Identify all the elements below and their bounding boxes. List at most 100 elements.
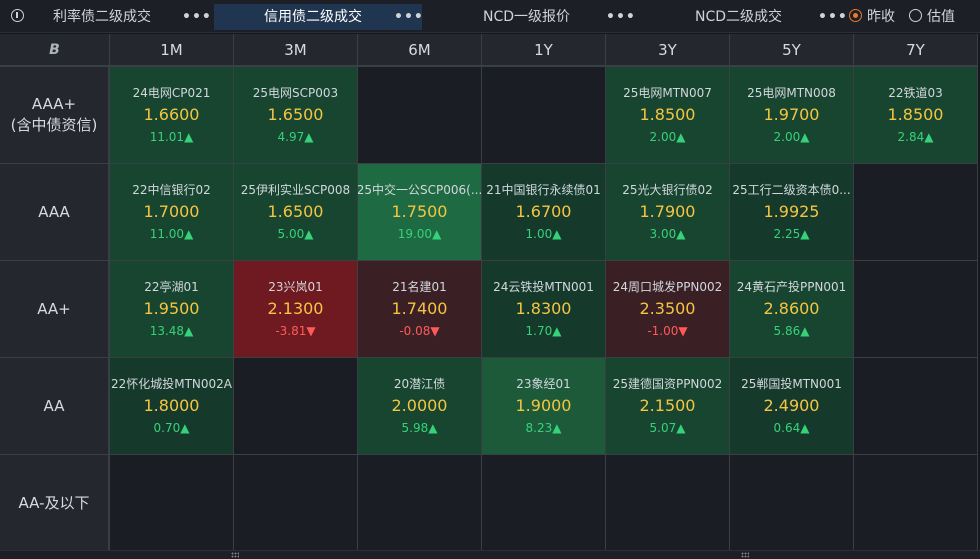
- arrow-up-icon: ▲: [800, 324, 810, 338]
- bond-yield: 1.8000: [143, 396, 200, 415]
- tab-rate-bond-secondary[interactable]: 利率债二级成交 •••: [40, 4, 212, 30]
- bond-cell[interactable]: 25中交一公SCP006(... 1.7500 19.00▲: [358, 164, 482, 261]
- row-label-text: AAA+ (含中债资信): [11, 94, 98, 136]
- bond-change-value: 1.00: [525, 227, 553, 241]
- bond-yield: 1.7900: [639, 202, 696, 221]
- bond-cell[interactable]: 24周口城发PPN002 2.3500 -1.00▼: [606, 261, 730, 358]
- more-icon[interactable]: •••: [606, 4, 636, 30]
- bond-yield: 1.6500: [267, 105, 324, 124]
- bond-cell[interactable]: 25电网SCP003 1.6500 4.97▲: [234, 67, 358, 164]
- radio-prev-close[interactable]: [849, 9, 862, 22]
- rating-tenor-grid: B 1M 3M 6M 1Y 3Y 5Y 7Y AAA+ (含中债资信) 24电网CP021 1.660…: [0, 34, 980, 552]
- more-icon[interactable]: •••: [394, 4, 424, 30]
- bond-change: 0.70▲: [154, 420, 190, 436]
- bond-yield: 1.7500: [391, 202, 448, 221]
- radio-valuation[interactable]: [909, 9, 922, 22]
- bond-cell[interactable]: 22怀化城投MTN002A 1.8000 0.70▲: [110, 358, 234, 455]
- info-icon[interactable]: [11, 9, 24, 22]
- bond-name: 25伊利实业SCP008: [240, 183, 351, 197]
- resize-grip-icon[interactable]: [741, 552, 749, 558]
- bond-cell[interactable]: 25工行二级资本债0... 1.9925 2.25▲: [730, 164, 854, 261]
- resize-grip-icon[interactable]: [231, 552, 239, 558]
- bond-cell[interactable]: 24云铁投MTN001 1.8300 1.70▲: [482, 261, 606, 358]
- bond-change: 2.84▲: [898, 129, 934, 145]
- bond-yield: 1.6600: [143, 105, 200, 124]
- more-icon[interactable]: •••: [182, 4, 212, 30]
- bond-cell[interactable]: 25光大银行债02 1.7900 3.00▲: [606, 164, 730, 261]
- row-label-line: AA: [43, 396, 65, 415]
- tab-credit-bond-secondary[interactable]: 信用债二级成交 •••: [214, 4, 424, 30]
- bond-cell[interactable]: 23象经01 1.9000 8.23▲: [482, 358, 606, 455]
- radio-prev-close-label[interactable]: 昨收: [867, 4, 895, 30]
- row-label-text: AA: [44, 396, 65, 417]
- bond-cell[interactable]: 25建德国资PPN002 2.1500 5.07▲: [606, 358, 730, 455]
- bond-name: 24云铁投MTN001: [493, 280, 594, 294]
- bond-cell[interactable]: 22中信银行02 1.7000 11.00▲: [110, 164, 234, 261]
- bond-change: 11.01▲: [150, 129, 194, 145]
- column-header-6m[interactable]: 6M: [358, 34, 482, 67]
- bond-cell[interactable]: 20潜江债 2.0000 5.98▲: [358, 358, 482, 455]
- bond-name: 25电网MTN008: [747, 86, 836, 100]
- bond-yield: 2.3500: [639, 299, 696, 318]
- tab-label: 信用债二级成交: [264, 9, 362, 25]
- bond-yield: 2.0000: [391, 396, 448, 415]
- radio-valuation-label[interactable]: 估值: [927, 4, 955, 30]
- empty-cell: [482, 455, 606, 552]
- arrow-up-icon: ▲: [180, 421, 190, 435]
- bond-name: 20潜江债: [393, 377, 446, 391]
- column-header-1m[interactable]: 1M: [110, 34, 234, 67]
- bond-cell[interactable]: 23兴岚01 2.1300 -3.81▼: [234, 261, 358, 358]
- empty-cell: [854, 455, 978, 552]
- bond-cell[interactable]: 22亭湖01 1.9500 13.48▲: [110, 261, 234, 358]
- bond-change-value: 5.98: [401, 421, 429, 435]
- tab-label: NCD一级报价: [483, 9, 571, 25]
- corner-cell: B: [0, 34, 110, 67]
- bond-cell[interactable]: 25电网MTN007 1.8500 2.00▲: [606, 67, 730, 164]
- bond-change: -3.81▼: [275, 323, 315, 339]
- bond-cell[interactable]: 25郸国投MTN001 2.4900 0.64▲: [730, 358, 854, 455]
- bond-name: 24黄石产投PPN001: [736, 280, 847, 294]
- bond-change-value: 11.01: [149, 130, 185, 144]
- row-label-line: AAA+: [31, 95, 77, 113]
- bottom-resize-bar: [0, 550, 980, 559]
- bond-cell[interactable]: 21名建01 1.7400 -0.08▼: [358, 261, 482, 358]
- tab-label: NCD二级成交: [695, 9, 783, 25]
- column-header-1y[interactable]: 1Y: [482, 34, 606, 67]
- bond-change-value: 5.00: [277, 227, 305, 241]
- row-label-text: AAA: [38, 202, 70, 223]
- tab-ncd-primary-quote[interactable]: NCD一级报价 •••: [428, 4, 635, 30]
- more-icon[interactable]: •••: [818, 4, 848, 30]
- arrow-up-icon: ▲: [676, 227, 686, 241]
- arrow-up-icon: ▲: [552, 324, 562, 338]
- column-header-5y[interactable]: 5Y: [730, 34, 854, 67]
- bond-cell[interactable]: 25伊利实业SCP008 1.6500 5.00▲: [234, 164, 358, 261]
- arrow-up-icon: ▲: [800, 227, 810, 241]
- column-header-7y[interactable]: 7Y: [854, 34, 978, 67]
- bond-cell[interactable]: 25电网MTN008 1.9700 2.00▲: [730, 67, 854, 164]
- bond-name: 23兴岚01: [268, 280, 323, 294]
- bond-cell[interactable]: 24电网CP021 1.6600 11.01▲: [110, 67, 234, 164]
- arrow-up-icon: ▲: [800, 421, 810, 435]
- bond-cell[interactable]: 22铁道03 1.8500 2.84▲: [854, 67, 978, 164]
- bond-change: 2.00▲: [650, 129, 686, 145]
- bond-name: 25电网SCP003: [252, 86, 339, 100]
- bond-yield: 1.9500: [143, 299, 200, 318]
- bond-cell[interactable]: 21中国银行永续债01 1.6700 1.00▲: [482, 164, 606, 261]
- arrow-down-icon: ▼: [430, 324, 440, 338]
- arrow-down-icon: ▼: [678, 324, 688, 338]
- row-label: AA-及以下: [0, 455, 110, 552]
- arrow-up-icon: ▲: [552, 227, 562, 241]
- column-header-3m[interactable]: 3M: [234, 34, 358, 67]
- empty-cell: [854, 164, 978, 261]
- bond-name: 25工行二级资本债0...: [732, 183, 851, 197]
- bond-change-value: 19.00: [397, 227, 433, 241]
- bond-change-value: -3.81: [275, 324, 307, 338]
- column-header-3y[interactable]: 3Y: [606, 34, 730, 67]
- arrow-up-icon: ▲: [184, 130, 194, 144]
- tab-ncd-secondary[interactable]: NCD二级成交 •••: [640, 4, 847, 30]
- arrow-up-icon: ▲: [304, 227, 314, 241]
- bond-name: 25中交一公SCP006(...: [358, 183, 482, 197]
- bond-cell[interactable]: 24黄石产投PPN001 2.8600 5.86▲: [730, 261, 854, 358]
- bond-change: 3.00▲: [650, 226, 686, 242]
- bond-change: -0.08▼: [399, 323, 439, 339]
